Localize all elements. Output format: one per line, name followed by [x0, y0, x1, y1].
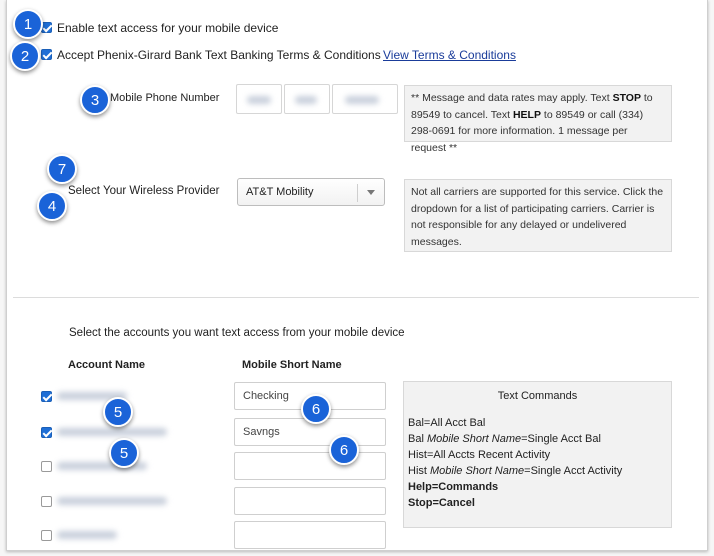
carrier-support-note: Not all carriers are supported for this …: [404, 179, 672, 252]
account-checkbox-5[interactable]: [41, 530, 52, 541]
wireless-provider-selected: AT&T Mobility: [246, 186, 314, 198]
short-name-input-3[interactable]: [234, 452, 386, 480]
command-help: Help=Commands: [408, 481, 499, 493]
text-banking-settings-page: Enable text access for your mobile devic…: [6, 0, 708, 551]
command-stop: Stop=Cancel: [408, 497, 475, 509]
callout-badge-6a: 6: [301, 394, 331, 424]
account-checkbox-1[interactable]: [41, 391, 52, 402]
text-commands-title: Text Commands: [497, 390, 578, 402]
callout-badge-6b: 6: [329, 435, 359, 465]
mobile-short-name-column-header: Mobile Short Name: [242, 359, 342, 371]
section-divider: [13, 297, 699, 298]
command-bal: Bal=All Acct Bal: [408, 417, 486, 429]
account-name-4: [57, 497, 167, 505]
wireless-provider-select[interactable]: AT&T Mobility: [237, 178, 385, 206]
short-name-input-5[interactable]: [234, 521, 386, 549]
account-name-2: [57, 428, 167, 436]
enable-text-access-label: Enable text access for your mobile devic…: [57, 21, 279, 35]
phone-prefix-input[interactable]: [284, 84, 330, 114]
callout-badge-5b: 5: [109, 438, 139, 468]
wireless-provider-label: Select Your Wireless Provider: [68, 185, 220, 197]
accept-terms-checkbox[interactable]: [41, 49, 52, 60]
callout-badge-5a: 5: [103, 397, 133, 427]
phone-area-code-input[interactable]: [236, 84, 282, 114]
callout-badge-4: 4: [37, 191, 67, 221]
phone-line-number-input[interactable]: [332, 84, 398, 114]
short-name-input-4[interactable]: [234, 487, 386, 515]
view-terms-link[interactable]: View Terms & Conditions: [383, 48, 516, 62]
message-rates-note: ** Message and data rates may apply. Tex…: [404, 85, 672, 154]
command-hist: Hist=All Accts Recent Activity: [408, 449, 551, 461]
account-checkbox-2[interactable]: [41, 427, 52, 438]
callout-badge-7: 7: [47, 154, 77, 184]
callout-badge-1: 1: [13, 9, 43, 39]
accept-terms-label: Accept Phenix-Girard Bank Text Banking T…: [57, 48, 381, 62]
callout-badge-3: 3: [80, 85, 110, 115]
mobile-phone-label: Mobile Phone Number: [110, 92, 220, 104]
account-checkbox-3[interactable]: [41, 461, 52, 472]
text-commands-box: Text Commands Bal=All Acct Bal Bal Mobil…: [403, 381, 672, 528]
command-hist-single: Hist Mobile Short Name=Single Acct Activ…: [408, 465, 623, 477]
account-name-column-header: Account Name: [68, 359, 146, 371]
account-name-5: [57, 531, 117, 539]
accounts-heading: Select the accounts you want text access…: [69, 327, 405, 339]
chevron-down-icon: [367, 190, 375, 195]
callout-badge-2: 2: [10, 41, 40, 71]
command-bal-single: Bal Mobile Short Name=Single Acct Bal: [408, 433, 601, 445]
account-checkbox-4[interactable]: [41, 496, 52, 507]
